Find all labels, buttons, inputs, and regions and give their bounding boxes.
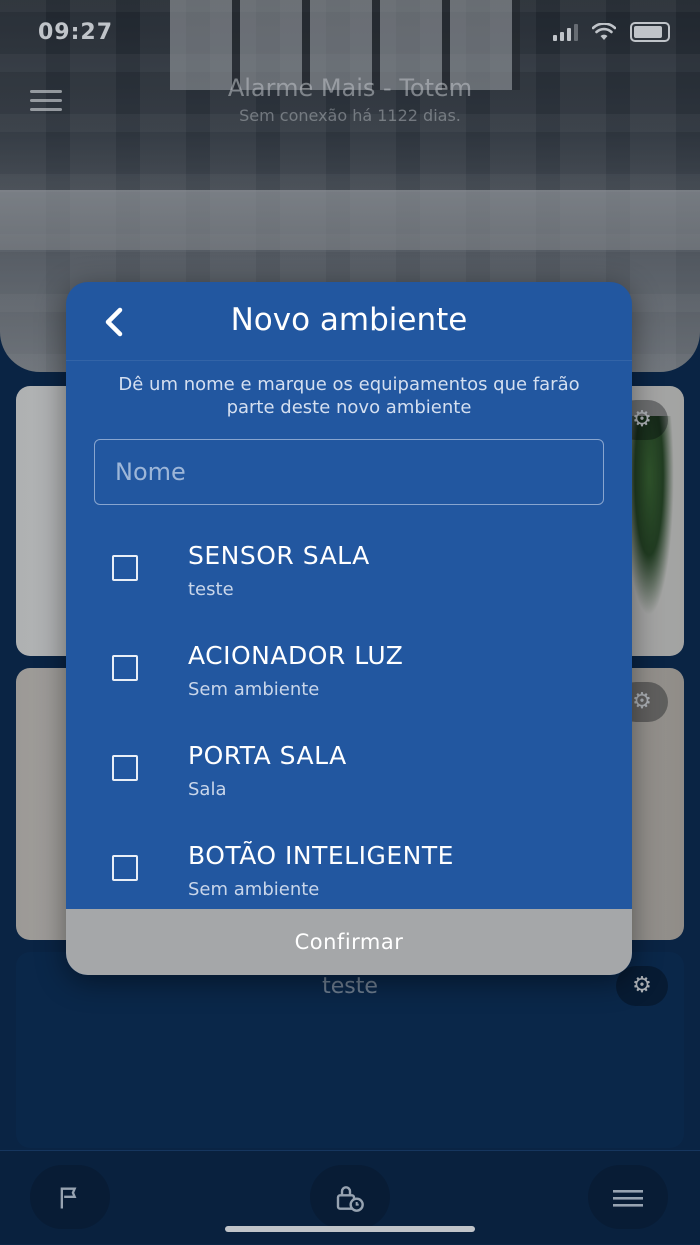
confirm-button[interactable]: Confirmar xyxy=(66,909,632,975)
dialog-header: Novo ambiente xyxy=(66,282,632,361)
equipment-checkbox[interactable] xyxy=(112,655,138,681)
equipment-environment: Sala xyxy=(188,779,227,800)
equipment-checkbox[interactable] xyxy=(112,855,138,881)
equipment-environment: teste xyxy=(188,579,234,600)
equipment-environment: Sem ambiente xyxy=(188,679,320,700)
equipment-name: ACIONADOR LUZ xyxy=(188,641,404,670)
equipment-name: BOTÃO INTELIGENTE xyxy=(188,841,454,870)
equipment-checkbox[interactable] xyxy=(112,555,138,581)
equipment-environment: Sem ambiente xyxy=(188,879,320,900)
new-environment-dialog: Novo ambiente Dê um nome e marque os equ… xyxy=(66,282,632,975)
equipment-checkbox[interactable] xyxy=(112,755,138,781)
dialog-title: Novo ambiente xyxy=(230,302,468,338)
list-item[interactable]: SENSOR SALA teste xyxy=(66,527,632,627)
name-input[interactable] xyxy=(94,439,604,505)
equipment-list: SENSOR SALA teste ACIONADOR LUZ Sem ambi… xyxy=(66,527,632,927)
list-item[interactable]: ACIONADOR LUZ Sem ambiente xyxy=(66,627,632,727)
equipment-name: PORTA SALA xyxy=(188,741,347,770)
equipment-name: SENSOR SALA xyxy=(188,541,370,570)
list-item[interactable]: PORTA SALA Sala xyxy=(66,727,632,827)
dialog-description: Dê um nome e marque os equipamentos que … xyxy=(118,374,580,418)
